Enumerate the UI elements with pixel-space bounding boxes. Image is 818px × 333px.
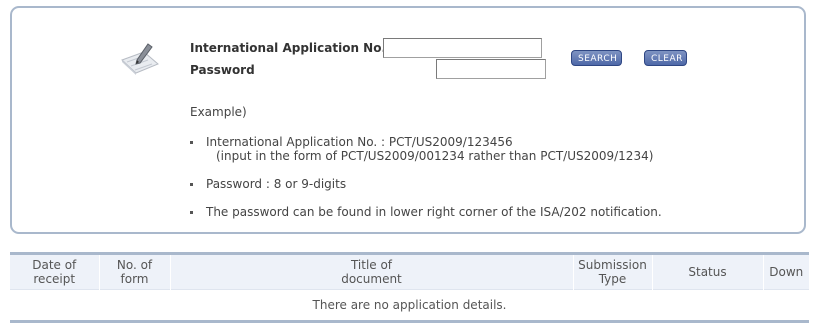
app-no-input[interactable]: [383, 38, 542, 58]
example-note-text: The password can be found in lower right…: [206, 205, 662, 219]
col-status: Status: [651, 253, 763, 290]
col-date-of-receipt: Date of receipt: [10, 253, 99, 290]
bullet: [190, 183, 193, 186]
example-app-no: International Application No. : PCT/US20…: [190, 135, 513, 149]
bullet: [190, 141, 193, 144]
example-password: Password : 8 or 9-digits: [190, 177, 347, 191]
example-password-text: Password : 8 or 9-digits: [206, 177, 347, 191]
bullet: [190, 211, 193, 214]
example-app-no-text: International Application No. : PCT/US20…: [206, 135, 513, 149]
example-title: Example): [190, 105, 247, 119]
col-title-of-document: Title of document: [169, 253, 573, 290]
password-label: Password: [190, 63, 255, 77]
table-row: There are no application details.: [10, 289, 809, 322]
example-app-no-hint: (input in the form of PCT/US2009/001234 …: [216, 149, 654, 163]
pen-on-paper-icon: [121, 43, 159, 75]
clear-button[interactable]: CLEAR: [644, 50, 687, 66]
app-no-label: International Application No.: [190, 41, 387, 55]
col-submission-type: Submission Type: [572, 253, 652, 290]
search-panel: International Application No. Password S…: [10, 6, 806, 234]
table-header-row: Date of receipt No. of form Title of docume…: [10, 253, 809, 290]
search-button[interactable]: SEARCH: [571, 50, 622, 66]
password-input[interactable]: [436, 59, 546, 79]
example-note: The password can be found in lower right…: [190, 205, 662, 219]
results-table: Date of receipt No. of form Title of docume…: [10, 252, 809, 323]
col-down: Down: [762, 253, 809, 290]
col-no-of-form: No. of form: [98, 253, 170, 290]
empty-message: There are no application details.: [10, 289, 809, 322]
